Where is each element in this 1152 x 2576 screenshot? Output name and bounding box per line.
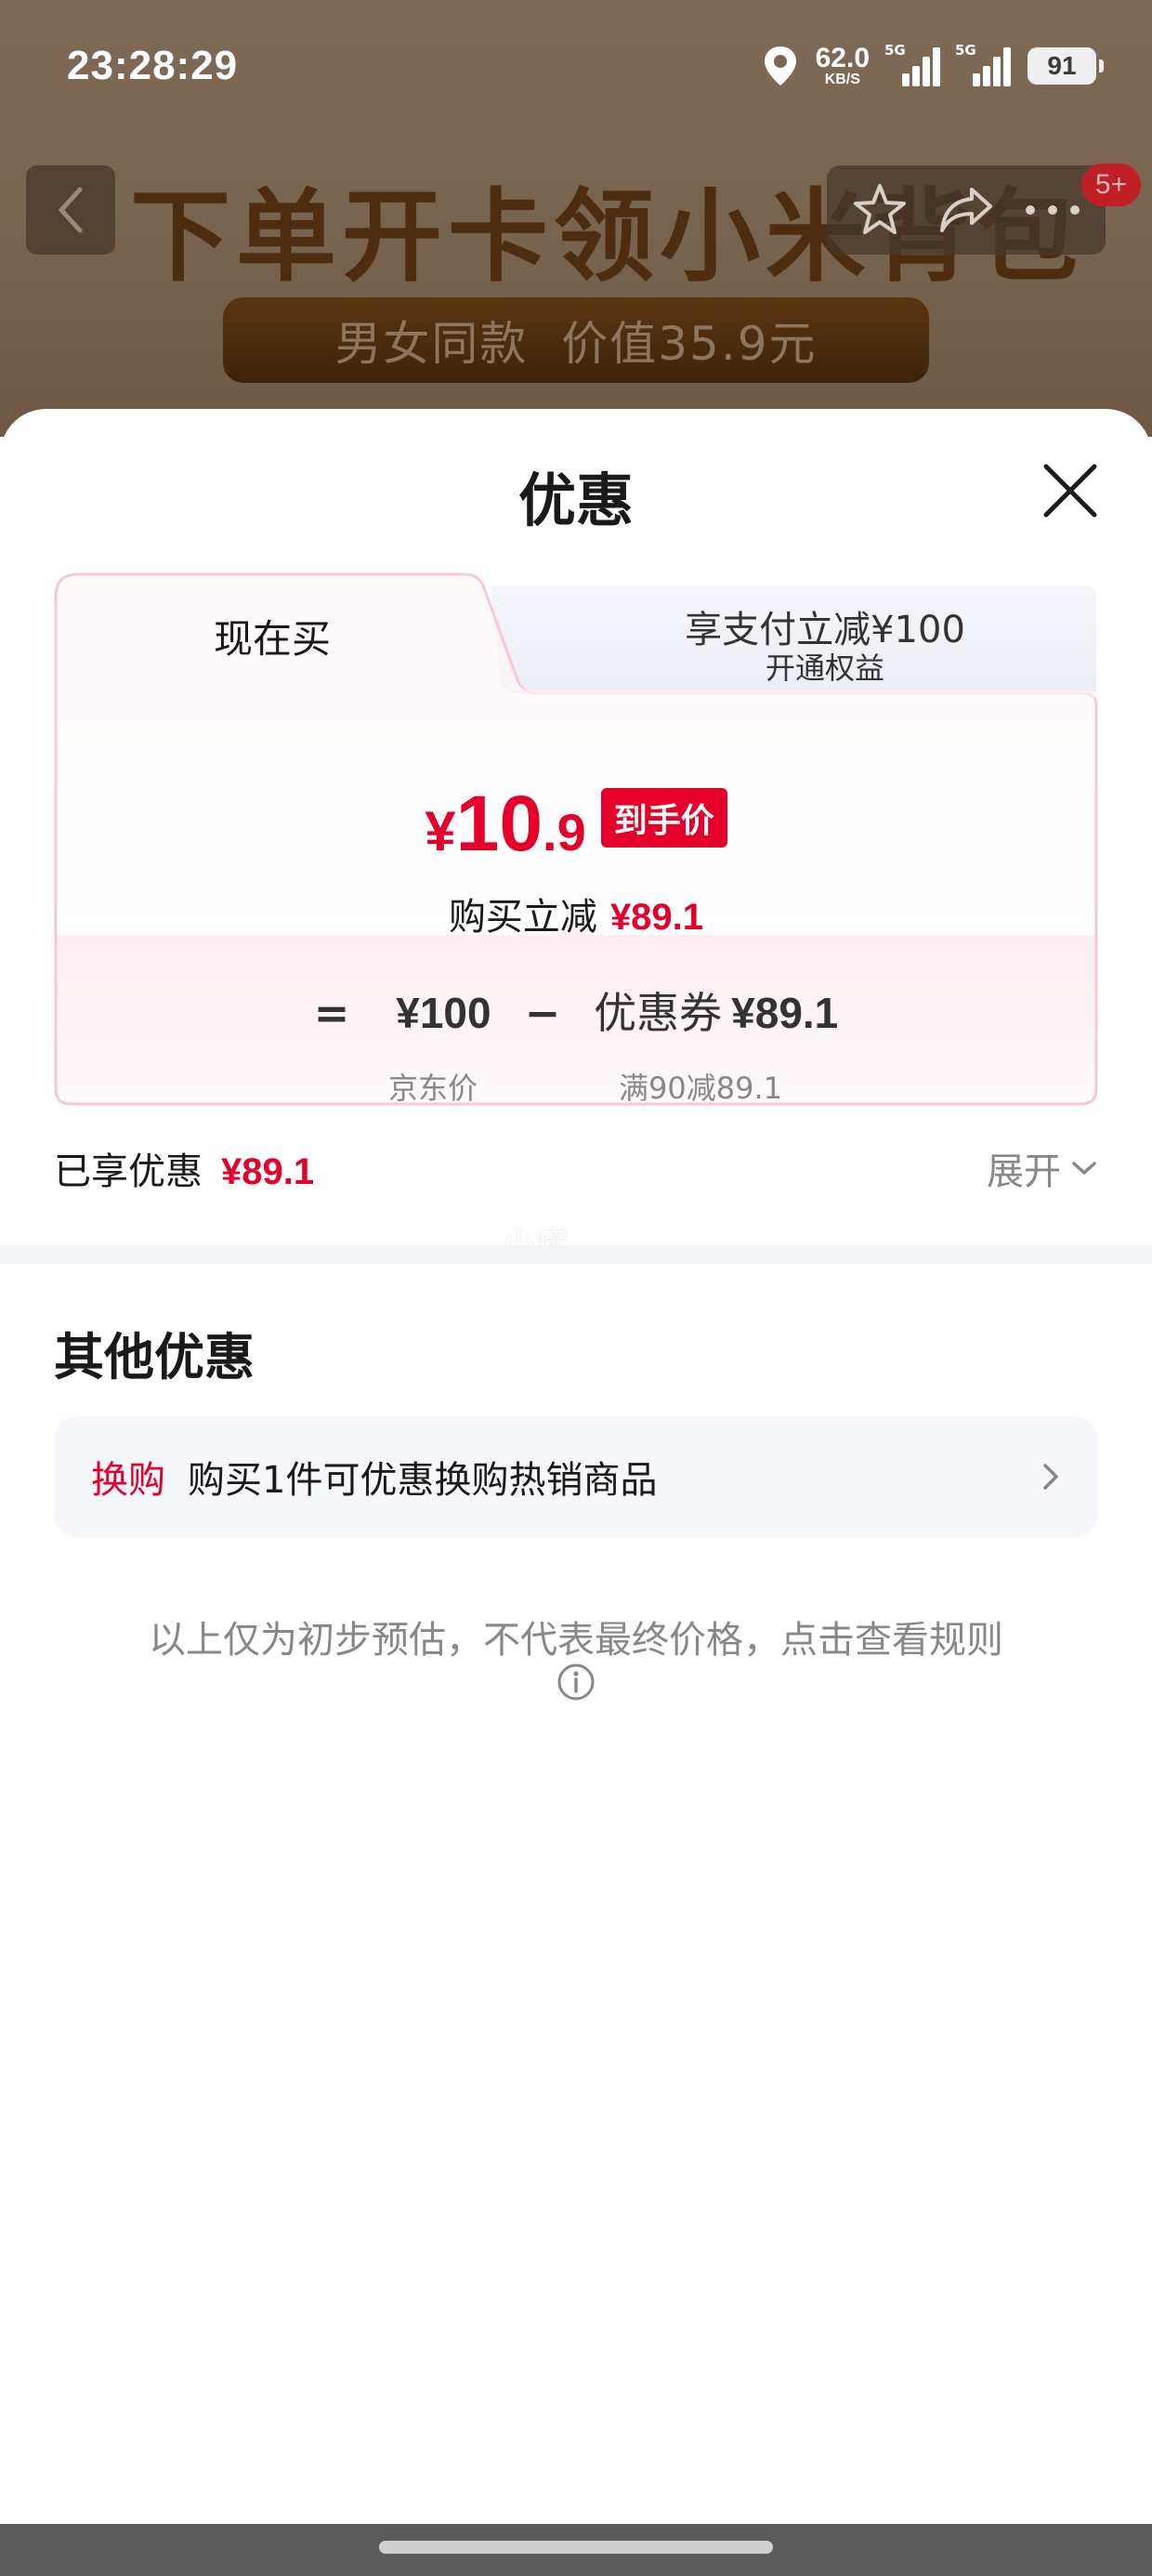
- speed-unit: KB/S: [824, 72, 860, 87]
- back-button[interactable]: [26, 165, 115, 255]
- discount-sheet: 优惠 现在买 享支付立减¥100 开通权益 ¥10.9 到手价 购买立减 ¥89…: [0, 409, 1152, 2576]
- background-page: 23:28:29 62.0 KB/S 5G 5G 91 下单开卡领小米背包 男女…: [0, 0, 1152, 437]
- tab-pay-discount-label: 享支付立减¥100: [685, 608, 965, 651]
- formula-coupon-rule: 满90减89.1: [619, 1071, 782, 1106]
- formula-jd-price-label: 京东价: [388, 1071, 478, 1106]
- formula-jd-price: ¥100: [396, 989, 491, 1037]
- price-currency: ¥: [425, 800, 456, 862]
- status-time: 23:28:29: [67, 43, 239, 88]
- chevron-left-icon: [59, 187, 83, 233]
- enjoyed-discount-label: 已享优惠: [54, 1150, 203, 1193]
- status-bar: 23:28:29 62.0 KB/S 5G 5G 91: [0, 0, 1152, 139]
- tab-pay-discount-sub: 开通权益: [765, 650, 884, 686]
- trade-in-tag: 换购: [91, 1459, 165, 1502]
- location-icon: [764, 46, 796, 85]
- buy-reduce: 购买立减 ¥89.1: [54, 887, 1098, 940]
- tab-buy-now-label: 现在买: [213, 615, 331, 662]
- formula-coupon-label: 优惠券: [594, 988, 723, 1038]
- price-decimal: .9: [543, 803, 586, 861]
- share-icon[interactable]: [936, 180, 996, 240]
- expand-label: 展开: [987, 1150, 1061, 1193]
- section-divider: [0, 1245, 1152, 1264]
- star-icon[interactable]: [850, 180, 910, 240]
- tab-pay-discount[interactable]: 享支付立减¥100 开通权益: [556, 591, 1094, 703]
- price-integer: 10: [455, 780, 543, 867]
- formula-coupon-value: ¥89.1: [731, 989, 839, 1037]
- formula-minus: −: [524, 988, 561, 1038]
- info-icon[interactable]: [556, 1662, 596, 1702]
- battery-level: 91: [1047, 51, 1077, 80]
- trade-in-text: 购买1件可优惠换购热销商品: [188, 1459, 658, 1502]
- signal-2-tag: 5G: [955, 42, 976, 59]
- speed-value: 62.0: [815, 43, 870, 73]
- chevron-down-icon: [1072, 1162, 1096, 1175]
- close-icon[interactable]: [1039, 459, 1102, 522]
- more-icon[interactable]: [1023, 201, 1082, 219]
- signal-2-icon: 5G: [955, 42, 1011, 86]
- enjoyed-discount-amount: ¥89.1: [221, 1151, 315, 1192]
- price-formula: = ¥100 − 优惠券 ¥89.1: [54, 979, 1098, 1041]
- price-card: 现在买 享支付立减¥100 开通权益 ¥10.9 到手价 购买立减 ¥89.1 =…: [54, 572, 1098, 1108]
- top-actions: [827, 165, 1106, 255]
- status-indicators: 62.0 KB/S 5G 5G 91: [762, 41, 1104, 91]
- expand-button[interactable]: 展开: [987, 1141, 1098, 1195]
- final-price-tag: 到手价: [600, 788, 727, 848]
- buy-reduce-label: 购买立减: [448, 896, 597, 939]
- battery-icon: 91: [1028, 47, 1104, 85]
- chevron-right-icon: [1043, 1464, 1058, 1490]
- sheet-title: 优惠: [517, 467, 634, 534]
- other-discounts-title: 其他优惠: [54, 1328, 255, 1387]
- trade-in-row[interactable]: 换购 购买1件可优惠换购热销商品: [54, 1416, 1098, 1537]
- signal-1-icon: 5G: [884, 42, 940, 86]
- final-price: ¥10.9 到手价: [54, 784, 1098, 862]
- formula-equals: =: [313, 988, 350, 1038]
- enjoyed-discount: 已享优惠 ¥89.1: [54, 1141, 314, 1195]
- banner-subtitle: 男女同款 价值35.9元: [223, 297, 929, 383]
- tab-buy-now[interactable]: 现在买: [54, 572, 491, 699]
- network-speed: 62.0 KB/S: [816, 45, 870, 87]
- buy-reduce-amount: ¥89.1: [609, 897, 704, 938]
- final-price-value: ¥10.9: [425, 784, 586, 862]
- estimate-note[interactable]: 以上仅为初步预估，不代表最终价格，点击查看规则: [0, 1610, 1152, 1663]
- notification-badge: 5+: [1081, 164, 1141, 206]
- home-indicator[interactable]: [379, 2541, 773, 2554]
- signal-1-tag: 5G: [884, 42, 906, 59]
